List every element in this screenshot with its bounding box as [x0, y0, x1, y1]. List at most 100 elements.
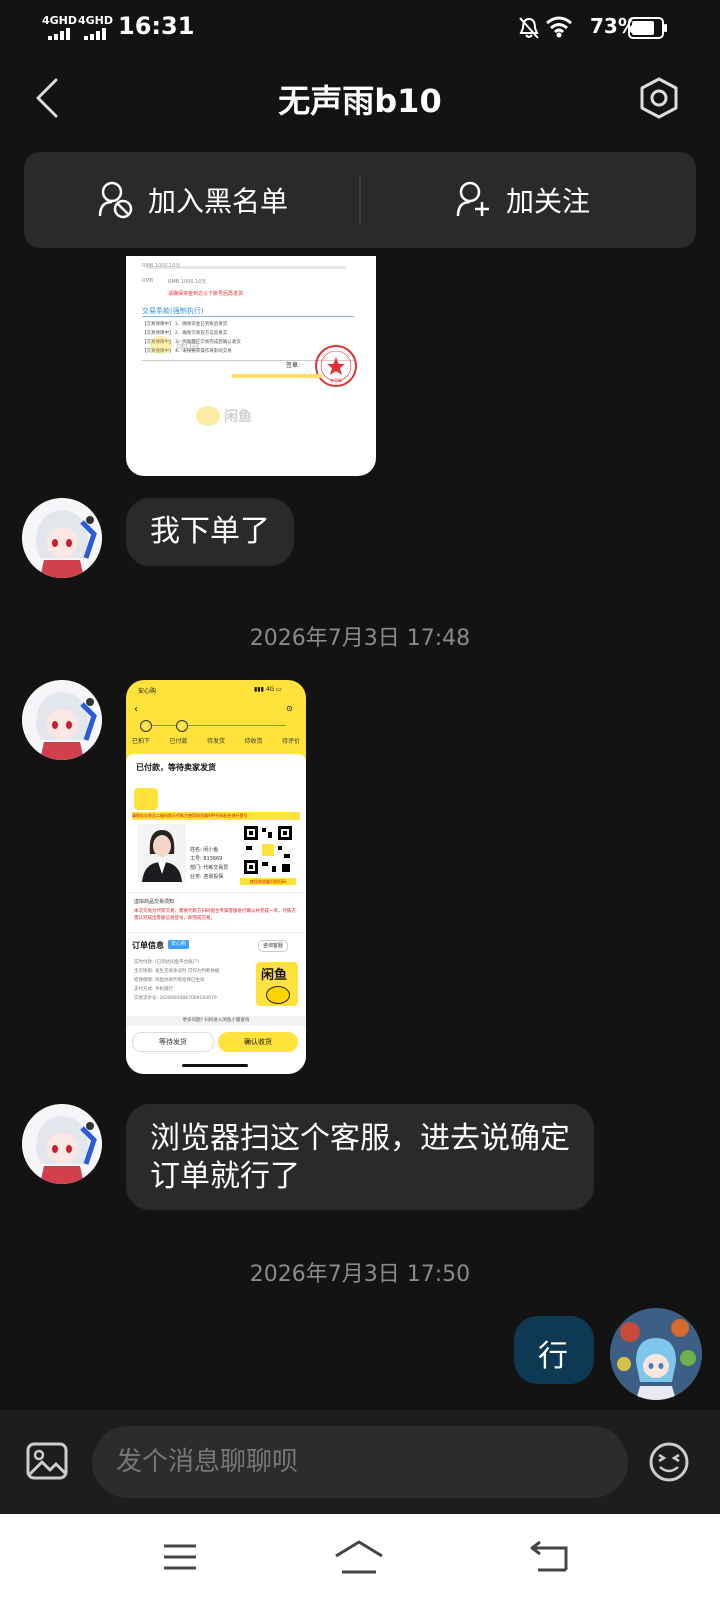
agent-name: 姓名: 闲小鱼 [190, 847, 219, 853]
contract-amount: RMB 1000.10元 [168, 279, 207, 285]
contract-section-title: 交易条款(强制执行) [142, 307, 204, 315]
image-picker-icon[interactable] [26, 1442, 68, 1480]
agent-business: 业务: 咨询投保 [190, 874, 224, 880]
xianyu-logo: 闲鱼 [256, 962, 298, 1006]
official-seal: 专用章 [315, 345, 357, 387]
signal-label-2: 4GHD [78, 14, 114, 27]
order-badge: 安心购 [168, 940, 190, 949]
order-panel: 已付款，等待卖家发货 请保存交易员二维码提示代练方使用浏览器APP扫码配合进行登… [126, 754, 306, 1074]
home-indicator [182, 1064, 248, 1067]
qr-code-icon [242, 824, 294, 876]
battery-icon [628, 17, 667, 39]
seal-text: 专用章 [330, 377, 342, 383]
clock: 16:31 [118, 12, 195, 40]
contract-rule [142, 316, 354, 317]
order-help-icon: ⊙ [286, 704, 293, 713]
order-info-title: 订单信息 [132, 941, 164, 950]
watermark: 闲鱼 [196, 406, 252, 426]
bell-muted-icon [519, 17, 539, 39]
step-label: 待发货 [206, 738, 225, 745]
order-rows: 实时付款: (已到达闲鱼平台账户) 宝贝快照: 发生交易争议时,可作为判断依据 … [134, 958, 219, 1003]
anime-girl-avatar-icon [22, 498, 102, 578]
contact-avatar[interactable] [22, 498, 102, 578]
message-text: 我下单了 [150, 514, 270, 549]
order-row: 交易流水号: 20260004887009164679 [134, 996, 217, 1001]
logo-text: 闲鱼 [261, 968, 288, 983]
menu-icon[interactable] [162, 1542, 198, 1572]
message-input[interactable]: 发个消息聊聊呗 [92, 1426, 628, 1498]
highlight-strip [232, 374, 322, 378]
sent-message-bubble[interactable]: 行 [514, 1316, 594, 1384]
help-line: 更多问题? 扫码进入闲鱼小蜜查询 [126, 1016, 306, 1026]
home-icon[interactable] [334, 1540, 384, 1574]
page-title: 无声雨b10 [278, 82, 442, 120]
contact-avatar[interactable] [22, 680, 102, 760]
follow-label: 加关注 [506, 185, 591, 218]
divider [126, 932, 306, 933]
watermark-2: 闲鱼 [150, 336, 200, 354]
contract-row-2-label: RMB [142, 278, 154, 284]
block-user-icon [98, 181, 133, 219]
watermark-text: 闲鱼 [224, 409, 252, 425]
message-bubble[interactable]: 浏览器扫这个客服，进去说确定订单就行了 [126, 1104, 594, 1210]
contract-term: 【交易保障中】 1、确保资金已到账后发货 [142, 322, 228, 327]
notice-banner: 请保存交易员二维码提示代练方使用浏览器APP扫码配合进行登号 [132, 812, 300, 820]
contract-row-1: RMB 1000.10元 [142, 263, 181, 269]
paid-title: 已付款，等待卖家发货 [136, 763, 216, 772]
step-line [146, 725, 286, 726]
contact-avatar[interactable] [22, 1104, 102, 1184]
blacklist-label: 加入黑名单 [148, 185, 289, 218]
fish-mascot-icon [134, 788, 158, 810]
risk-title: 虚拟商品交易须知 [134, 899, 175, 905]
return-icon[interactable] [528, 1540, 568, 1572]
add-user-icon [456, 181, 489, 217]
order-row: 担保保障: 闲鱼协助代练担保已生效 [134, 978, 205, 983]
wait-ship-button: 等待发货 [132, 1032, 214, 1052]
step-check-icon: ✓ [176, 720, 188, 732]
signal-label-1: 4GHD [42, 14, 78, 27]
message-text: 浏览器扫这个客服，进去说确定订单就行了 [150, 1121, 570, 1194]
qr-caption: 使用浏览器识别扫码 [240, 878, 296, 885]
emoji-icon[interactable] [648, 1441, 690, 1483]
divider [126, 892, 306, 893]
watermark-text: 闲鱼 [176, 338, 201, 353]
step-label: 已付款 [169, 738, 188, 745]
card-divider [359, 176, 361, 224]
signal-icon-2 [84, 28, 106, 40]
service-button: 咨询客服 [258, 940, 289, 952]
signal-icon [48, 28, 70, 40]
self-avatar[interactable] [610, 1308, 702, 1400]
status-bar: 4GHD 4GHD 16:31 73% [0, 0, 720, 56]
image-message-contract[interactable]: RMB 1000.10元 RMB RMB 1000.10元 请确保资金到达以下账… [126, 256, 376, 476]
confirm-receipt-button: 确认收货 [218, 1032, 298, 1052]
order-brand: 安心购 [138, 688, 157, 695]
contract-sign: 签章: [286, 362, 301, 369]
order-row: 实时付款: (已到达闲鱼平台账户) [134, 960, 199, 965]
message-text: 行 [538, 1339, 568, 1374]
agent-id: 工号: 813669 [190, 856, 223, 862]
step-label: 待评价 [281, 738, 300, 745]
chat-area[interactable]: RMB 1000.10元 RMB RMB 1000.10元 请确保资金到达以下账… [0, 256, 720, 1410]
risk-text: 本次交易为代练交易，需要代练方扫码配合专属客服进行确认并完成一单，代练方需认完成… [134, 909, 296, 921]
fish-mascot-icon [196, 406, 220, 426]
fish-mascot-icon [150, 336, 172, 354]
follow-button[interactable]: 加关注 [456, 152, 590, 248]
timestamp: 2026年7月3日 17:50 [249, 1262, 471, 1287]
settings-icon[interactable] [638, 77, 680, 119]
anime-avatar-icon [610, 1308, 702, 1400]
anime-girl-avatar-icon [22, 680, 102, 760]
input-bar: 发个消息聊聊呗 [0, 1410, 720, 1514]
system-nav-bar [0, 1514, 720, 1600]
agent-info: 姓名: 闲小鱼 工号: 813669 部门: 代练交易员 业务: 咨询投保 [190, 846, 228, 882]
phone-status: ▮▮▮ 4G ▭ [254, 686, 282, 693]
agent-dept: 部门: 代练交易员 [190, 865, 229, 871]
blacklist-button[interactable]: 加入黑名单 [98, 152, 288, 248]
wifi-icon [546, 16, 572, 38]
contract-warning: 请确保资金到达以下账号后再发货 [168, 291, 244, 297]
order-row: 支付方式: 手机银行 [134, 987, 173, 992]
order-back-icon: ‹ [134, 704, 138, 715]
anime-girl-avatar-icon [22, 1104, 102, 1184]
image-message-order[interactable]: 安心购 ▮▮▮ 4G ▭ ‹ ⊙ ✓ ✓ 已拍下 已付款 待发货 待收货 待评价… [126, 680, 306, 1074]
order-steps: ✓ ✓ 已拍下 已付款 待发货 待收货 待评价 [132, 720, 300, 750]
message-bubble[interactable]: 我下单了 [126, 498, 294, 566]
